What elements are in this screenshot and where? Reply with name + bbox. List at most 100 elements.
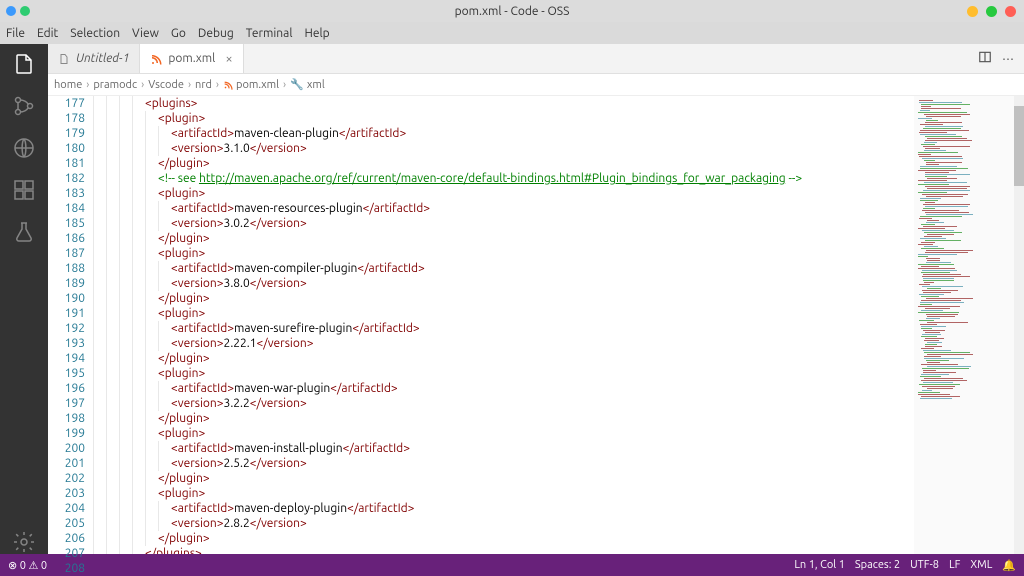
status-bar: ⊗ 0 ⚠ 0 Ln 1, Col 1 Spaces: 2 UTF-8 LF XML 🔔 bbox=[0, 554, 1024, 576]
code-line[interactable]: </plugin> bbox=[93, 351, 914, 366]
code-editor[interactable]: <plugins><plugin><artifactId>maven-clean… bbox=[93, 96, 914, 554]
tab-label: pom.xml bbox=[168, 52, 215, 65]
scrollbar-thumb[interactable] bbox=[1014, 106, 1024, 186]
status-item[interactable]: UTF-8 bbox=[910, 559, 939, 571]
code-line[interactable]: <plugin> bbox=[93, 111, 914, 126]
status-item[interactable]: LF bbox=[949, 559, 960, 571]
code-line[interactable]: <plugin> bbox=[93, 306, 914, 321]
code-line[interactable]: <plugin> bbox=[93, 186, 914, 201]
line-number: 207 bbox=[48, 546, 85, 561]
menu-bar: File Edit Selection View Go Debug Terminal Help bbox=[0, 22, 1024, 44]
menu-debug[interactable]: Debug bbox=[198, 27, 234, 40]
line-number: 206 bbox=[48, 531, 85, 546]
line-number: 188 bbox=[48, 261, 85, 276]
chevron-right-icon: › bbox=[216, 79, 219, 91]
code-line[interactable]: <plugin> bbox=[93, 486, 914, 501]
code-line[interactable]: <version>2.22.1</version> bbox=[93, 336, 914, 351]
line-number: 185 bbox=[48, 216, 85, 231]
code-line[interactable]: </plugin> bbox=[93, 471, 914, 486]
scm-icon[interactable] bbox=[12, 94, 36, 118]
menu-view[interactable]: View bbox=[132, 27, 159, 40]
code-line[interactable]: <artifactId>maven-compiler-plugin</artif… bbox=[93, 261, 914, 276]
minimap[interactable] bbox=[914, 96, 1014, 554]
line-number: 187 bbox=[48, 246, 85, 261]
code-line[interactable]: <plugin> bbox=[93, 366, 914, 381]
menu-terminal[interactable]: Terminal bbox=[246, 27, 293, 40]
line-number: 200 bbox=[48, 441, 85, 456]
code-line[interactable]: <artifactId>maven-clean-plugin</artifact… bbox=[93, 126, 914, 141]
gear-icon[interactable] bbox=[12, 530, 36, 554]
breadcrumb-pramodc[interactable]: pramodc bbox=[93, 79, 137, 91]
status-item[interactable]: Ln 1, Col 1 bbox=[794, 559, 845, 571]
code-line[interactable]: <version>2.5.2</version> bbox=[93, 456, 914, 471]
close-icon[interactable]: × bbox=[225, 52, 232, 66]
code-line[interactable]: <version>3.8.0</version> bbox=[93, 276, 914, 291]
tab-untitled-1[interactable]: Untitled-1 bbox=[48, 44, 140, 73]
maximize-icon[interactable] bbox=[986, 6, 997, 17]
extensions-icon[interactable] bbox=[12, 178, 36, 202]
menu-edit[interactable]: Edit bbox=[37, 27, 58, 40]
breadcrumb-Vscode[interactable]: Vscode bbox=[148, 79, 184, 91]
code-line[interactable]: <plugin> bbox=[93, 246, 914, 261]
code-line[interactable]: <plugin> bbox=[93, 426, 914, 441]
menu-help[interactable]: Help bbox=[304, 27, 329, 40]
code-line[interactable]: <artifactId>maven-surefire-plugin</artif… bbox=[93, 321, 914, 336]
line-number: 177 bbox=[48, 96, 85, 111]
code-line[interactable]: </plugin> bbox=[93, 156, 914, 171]
line-number: 186 bbox=[48, 231, 85, 246]
menu-go[interactable]: Go bbox=[171, 27, 186, 40]
line-number-gutter: 1771781791801811821831841851861871881891… bbox=[48, 96, 93, 554]
code-line[interactable]: <version>3.1.0</version> bbox=[93, 141, 914, 156]
line-number: 191 bbox=[48, 306, 85, 321]
code-line[interactable]: <artifactId>maven-install-plugin</artifa… bbox=[93, 441, 914, 456]
wrench-icon: 🔧 bbox=[290, 78, 304, 91]
code-line[interactable]: <version>2.8.2</version> bbox=[93, 516, 914, 531]
status-item[interactable]: 🔔 bbox=[1002, 559, 1016, 572]
breadcrumb-nrd[interactable]: nrd bbox=[195, 79, 212, 91]
breadcrumb-home[interactable]: home bbox=[54, 79, 82, 91]
line-number: 203 bbox=[48, 486, 85, 501]
breadcrumb[interactable]: home›pramodc›Vscode›nrd›pom.xml›🔧xml bbox=[48, 74, 1024, 96]
status-item[interactable]: Spaces: 2 bbox=[855, 559, 900, 571]
code-line[interactable]: </plugins> bbox=[93, 546, 914, 554]
code-line[interactable]: <artifactId>maven-deploy-plugin</artifac… bbox=[93, 501, 914, 516]
code-line[interactable]: <plugins> bbox=[93, 96, 914, 111]
close-icon[interactable] bbox=[1005, 6, 1016, 17]
breadcrumb-xml[interactable]: 🔧xml bbox=[290, 78, 325, 91]
window-controls[interactable] bbox=[967, 6, 1016, 17]
line-number: 180 bbox=[48, 141, 85, 156]
line-number: 183 bbox=[48, 186, 85, 201]
minimize-icon[interactable] bbox=[967, 6, 978, 17]
menu-selection[interactable]: Selection bbox=[70, 27, 120, 40]
status-problems[interactable]: ⊗ 0 ⚠ 0 bbox=[8, 559, 47, 572]
status-item[interactable]: XML bbox=[970, 559, 992, 571]
activity-bar bbox=[0, 44, 48, 554]
line-number: 196 bbox=[48, 381, 85, 396]
files-icon[interactable] bbox=[12, 52, 36, 76]
code-line[interactable]: </plugin> bbox=[93, 231, 914, 246]
code-line[interactable]: </plugin> bbox=[93, 291, 914, 306]
line-number: 181 bbox=[48, 156, 85, 171]
line-number: 198 bbox=[48, 411, 85, 426]
beaker-icon[interactable] bbox=[12, 220, 36, 244]
menu-file[interactable]: File bbox=[6, 27, 25, 40]
split-editor-icon[interactable] bbox=[978, 50, 992, 67]
line-number: 197 bbox=[48, 396, 85, 411]
app-icon[interactable] bbox=[12, 136, 36, 160]
code-line[interactable]: </plugin> bbox=[93, 411, 914, 426]
tab-pom-xml[interactable]: pom.xml × bbox=[140, 44, 243, 73]
tab-bar: Untitled-1 pom.xml × ⋯ bbox=[48, 44, 1024, 74]
code-line[interactable]: </plugin> bbox=[93, 531, 914, 546]
title-bar: pom.xml - Code - OSS bbox=[0, 0, 1024, 22]
tab-label: Untitled-1 bbox=[76, 52, 129, 65]
breadcrumb-pom.xml[interactable]: pom.xml bbox=[223, 79, 279, 91]
code-line[interactable]: <artifactId>maven-war-plugin</artifactId… bbox=[93, 381, 914, 396]
code-line[interactable]: <!-- see http://maven.apache.org/ref/cur… bbox=[93, 171, 914, 186]
code-line[interactable]: <version>3.0.2</version> bbox=[93, 216, 914, 231]
scrollbar-vertical[interactable] bbox=[1014, 96, 1024, 554]
code-line[interactable]: <version>3.2.2</version> bbox=[93, 396, 914, 411]
line-number: 192 bbox=[48, 321, 85, 336]
more-icon[interactable]: ⋯ bbox=[1002, 52, 1014, 66]
code-line[interactable]: <artifactId>maven-resources-plugin</arti… bbox=[93, 201, 914, 216]
line-number: 182 bbox=[48, 171, 85, 186]
